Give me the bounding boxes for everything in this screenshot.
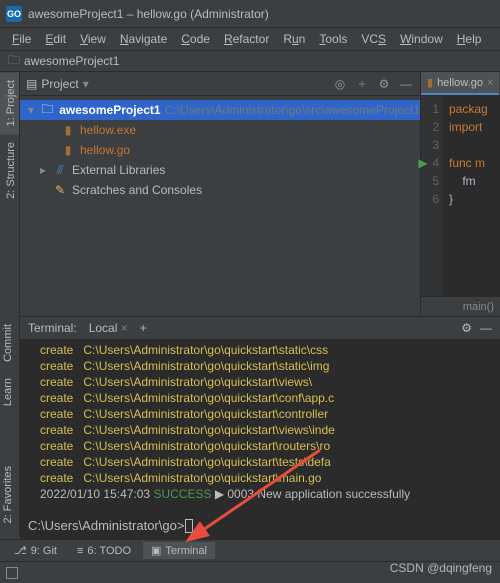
menu-file[interactable]: File [6, 30, 37, 48]
watermark: CSDN @dqingfeng [390, 561, 492, 575]
go-file-icon: ▮ [60, 123, 76, 137]
external-libraries-label: External Libraries [72, 163, 165, 177]
tree-file[interactable]: ▮ hellow.go [20, 140, 420, 160]
expand-icon[interactable]: ▸ [40, 163, 52, 177]
left-tab-commit[interactable]: Commit [0, 316, 16, 370]
left-tab-structure[interactable]: 2: Structure [0, 134, 19, 207]
expand-icon[interactable]: ▾ [28, 103, 40, 117]
editor-body[interactable]: 1 2 3 ▶4 5 6 packag import func m fm } [421, 96, 500, 296]
editor: ▮ hellow.go × 1 2 3 ▶4 5 6 packag import… [420, 72, 500, 316]
library-icon: ⫻ [52, 163, 68, 178]
go-file-icon: ▮ [60, 143, 76, 157]
terminal-line: create C:\Users\Administrator\go\quickst… [40, 454, 496, 470]
tree-external-libraries[interactable]: ▸ ⫻ External Libraries [20, 160, 420, 180]
terminal-line: create C:\Users\Administrator\go\quickst… [40, 390, 496, 406]
terminal-tab[interactable]: Local × [85, 321, 132, 335]
add-tab-icon[interactable]: + [140, 321, 147, 335]
terminal-line: create C:\Users\Administrator\go\quickst… [40, 358, 496, 374]
prompt-text: C:\Users\Administrator\go> [28, 518, 184, 533]
divide-icon[interactable]: ÷ [354, 76, 370, 92]
scratches-label: Scratches and Consoles [72, 183, 202, 197]
menu-help[interactable]: Help [451, 30, 488, 48]
panel-icon: ▤ [26, 77, 37, 91]
left-tab-favorites[interactable]: 2: Favorites [0, 458, 16, 531]
file-name: hellow.exe [80, 123, 136, 137]
bottom-tab-terminal[interactable]: ▣Terminal [143, 542, 215, 559]
terminal-line: create C:\Users\Administrator\go\quickst… [40, 374, 496, 390]
editor-tab[interactable]: ▮ hellow.go × [421, 72, 499, 95]
terminal-title: Terminal: [28, 321, 77, 335]
left-tool-strip: 1: Project 2: Structure [0, 72, 20, 316]
nav-bar: 🗀 awesomeProject1 [0, 50, 500, 72]
bottom-bar: ⎇9: Git ≡6: TODO ▣Terminal [0, 539, 500, 561]
menu-run[interactable]: Run [277, 30, 311, 48]
cursor-icon [185, 519, 193, 533]
tree-root-name: awesomeProject1 [59, 103, 160, 117]
chevron-down-icon[interactable]: ▾ [83, 77, 89, 91]
tree-root-path: C:\Users\Administrator\go\src\awesomePro… [165, 103, 420, 117]
menu-navigate[interactable]: Navigate [114, 30, 173, 48]
window-title: awesomeProject1 – hellow.go (Administrat… [28, 7, 269, 21]
project-panel-header: ▤ Project ▾ ◎ ÷ ⚙ — [20, 72, 420, 96]
close-icon[interactable]: × [487, 77, 493, 89]
bottom-tab-todo[interactable]: ≡6: TODO [69, 543, 139, 559]
gear-icon[interactable]: ⚙ [461, 321, 472, 335]
tree-scratches[interactable]: ✎ Scratches and Consoles [20, 180, 420, 200]
terminal-line: create C:\Users\Administrator\go\quickst… [40, 438, 496, 454]
menu-tools[interactable]: Tools [313, 30, 353, 48]
editor-breadcrumb[interactable]: main() [421, 296, 500, 316]
editor-tab-label: hellow.go [437, 77, 483, 89]
menu-refactor[interactable]: Refactor [218, 30, 275, 48]
project-panel: ▤ Project ▾ ◎ ÷ ⚙ — ▾ 🗀 awesomeProject1 … [20, 72, 420, 316]
menu-bar: File Edit View Navigate Code Refactor Ru… [0, 28, 500, 50]
target-icon[interactable]: ◎ [332, 76, 348, 92]
terminal-icon: ▣ [151, 544, 161, 557]
editor-gutter: 1 2 3 ▶4 5 6 [421, 96, 443, 296]
file-name: hellow.go [80, 143, 130, 157]
gear-icon[interactable]: ⚙ [376, 76, 392, 92]
scratches-icon: ✎ [52, 183, 68, 197]
menu-window[interactable]: Window [394, 30, 449, 48]
terminal-line: create C:\Users\Administrator\go\quickst… [40, 342, 496, 358]
hide-panel-icon[interactable]: — [398, 76, 414, 92]
close-icon[interactable]: × [121, 321, 128, 335]
menu-code[interactable]: Code [175, 30, 216, 48]
nav-root[interactable]: awesomeProject1 [24, 54, 119, 68]
bottom-tab-git[interactable]: ⎇9: Git [6, 542, 65, 559]
status-icon[interactable] [6, 567, 18, 579]
terminal-status-line: 2022/01/10 15:47:03 SUCCESS ▶ 0003 New a… [40, 486, 496, 502]
left-tab-learn[interactable]: Learn [0, 370, 16, 414]
project-tree[interactable]: ▾ 🗀 awesomeProject1 C:\Users\Administrat… [20, 96, 420, 316]
title-bar: GO awesomeProject1 – hellow.go (Administ… [0, 0, 500, 28]
run-gutter-icon[interactable]: ▶ [418, 154, 427, 172]
terminal-prompt[interactable]: C:\Users\Administrator\go> [20, 516, 500, 539]
menu-edit[interactable]: Edit [39, 30, 72, 48]
hide-panel-icon[interactable]: — [480, 321, 492, 335]
tree-root[interactable]: ▾ 🗀 awesomeProject1 C:\Users\Administrat… [20, 100, 420, 120]
tree-file[interactable]: ▮ hellow.exe [20, 120, 420, 140]
terminal-line: create C:\Users\Administrator\go\quickst… [40, 422, 496, 438]
left-tab-project[interactable]: 1: Project [0, 72, 19, 134]
folder-icon: 🗀 [40, 100, 56, 121]
app-icon: GO [6, 6, 22, 22]
menu-view[interactable]: View [74, 30, 112, 48]
menu-vcs[interactable]: VCS [355, 30, 392, 48]
terminal-panel: Terminal: Local × + ⚙ — create C:\Users\… [20, 316, 500, 539]
editor-tabs: ▮ hellow.go × [421, 72, 500, 96]
terminal-line: create C:\Users\Administrator\go\quickst… [40, 406, 496, 422]
code-area[interactable]: packag import func m fm } [443, 96, 500, 296]
folder-icon: 🗀 [8, 51, 20, 72]
go-file-icon: ▮ [427, 76, 433, 89]
panel-title: Project [41, 77, 78, 91]
git-icon: ⎇ [14, 544, 27, 557]
terminal-header: Terminal: Local × + ⚙ — [20, 316, 500, 340]
terminal-output[interactable]: create C:\Users\Administrator\go\quickst… [20, 340, 500, 516]
todo-icon: ≡ [77, 545, 83, 557]
terminal-line: create C:\Users\Administrator\go\quickst… [40, 470, 496, 486]
